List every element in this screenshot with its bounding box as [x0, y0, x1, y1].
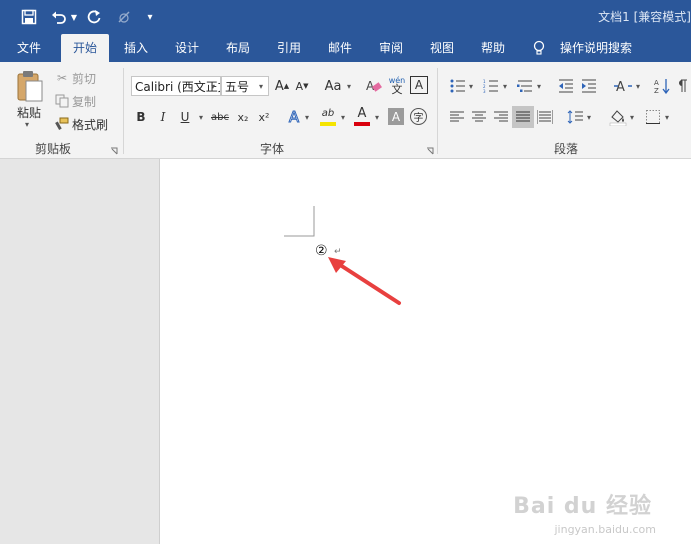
line-spacing-dropdown-icon[interactable]: ▾: [587, 113, 591, 122]
lightbulb-icon[interactable]: [530, 34, 548, 62]
ribbon-tabs: 文件 开始 插入 设计 布局 引用 邮件 审阅 视图 帮助 操作说明搜索: [0, 34, 691, 62]
redo-icon[interactable]: [83, 6, 105, 28]
tab-references[interactable]: 引用: [267, 34, 311, 62]
paste-icon[interactable]: [10, 68, 48, 104]
increase-indent-icon[interactable]: [579, 76, 599, 96]
svg-text:3: 3: [483, 89, 486, 93]
font-group-label: 字体: [260, 142, 285, 156]
grow-font-icon[interactable]: A ▲: [273, 76, 291, 96]
font-name-dropdown-icon[interactable]: ▾: [211, 82, 215, 91]
highlight-button[interactable]: ab: [318, 105, 338, 121]
text-effects-button[interactable]: A: [285, 107, 303, 127]
undo-dropdown-icon[interactable]: ▼: [69, 6, 79, 28]
cut-button[interactable]: 剪切: [70, 70, 98, 86]
highlight-dropdown-icon[interactable]: ▾: [341, 113, 345, 122]
enclose-characters-button[interactable]: 字: [410, 108, 427, 125]
tab-review[interactable]: 审阅: [369, 34, 413, 62]
shading-dropdown-icon[interactable]: ▾: [630, 113, 634, 122]
ribbon: 粘贴 ▾ ✂ 剪切 复制 格式刷 剪贴板 Calibri (西文正文) ▾ 五号…: [0, 62, 691, 159]
font-color-button[interactable]: A: [353, 105, 371, 121]
format-painter-button[interactable]: 格式刷: [70, 116, 110, 132]
divider: [437, 68, 438, 154]
superscript-button[interactable]: x²: [255, 107, 273, 127]
red-arrow-annotation: [328, 257, 401, 305]
align-left-icon[interactable]: [448, 108, 466, 126]
svg-text:A: A: [654, 79, 659, 87]
tab-design[interactable]: 设计: [165, 34, 209, 62]
numbering-dropdown-icon[interactable]: ▾: [503, 82, 507, 91]
watermark-url: jingyan.baidu.com: [554, 523, 656, 536]
multilevel-dropdown-icon[interactable]: ▾: [537, 82, 541, 91]
bullets-dropdown-icon[interactable]: ▾: [469, 82, 473, 91]
clipboard-launcher-icon[interactable]: [110, 144, 118, 155]
multilevel-list-icon[interactable]: [515, 76, 535, 96]
copy-button[interactable]: 复制: [70, 93, 98, 109]
document-title: 文档1 [兼容模式]: [598, 10, 691, 24]
align-right-icon[interactable]: [492, 108, 510, 126]
justify-icon[interactable]: [512, 106, 534, 128]
tab-help[interactable]: 帮助: [471, 34, 515, 62]
tab-layout[interactable]: 布局: [216, 34, 260, 62]
show-hide-marks-icon[interactable]: [676, 76, 690, 96]
strikethrough-button[interactable]: abc: [209, 107, 231, 127]
numbering-icon[interactable]: 123: [481, 76, 501, 96]
shading-icon[interactable]: [608, 107, 628, 127]
tab-home[interactable]: 开始: [61, 34, 109, 62]
decrease-indent-icon[interactable]: [556, 76, 576, 96]
tab-insert[interactable]: 插入: [114, 34, 158, 62]
text-effects-dropdown-icon[interactable]: ▾: [305, 113, 309, 122]
borders-icon[interactable]: [644, 108, 662, 126]
clear-formatting-icon[interactable]: A: [364, 76, 384, 96]
touch-mode-icon[interactable]: [113, 6, 135, 28]
borders-dropdown-icon[interactable]: ▾: [665, 113, 669, 122]
font-launcher-icon[interactable]: [426, 144, 434, 155]
watermark-logo: Bai du 经验: [513, 494, 652, 519]
character-border-icon[interactable]: A: [410, 76, 428, 94]
chinese-layout-icon[interactable]: A: [612, 76, 634, 96]
paragraph-group-label: 段落: [554, 142, 579, 156]
clipboard-group-label: 剪贴板: [35, 142, 72, 156]
font-color-dropdown-icon[interactable]: ▾: [375, 113, 379, 122]
copy-icon[interactable]: [54, 93, 70, 109]
underline-dropdown-icon[interactable]: ▾: [199, 113, 203, 122]
cut-icon[interactable]: ✂: [54, 70, 70, 86]
undo-icon[interactable]: [48, 6, 70, 28]
font-size-dropdown-icon[interactable]: ▾: [259, 82, 263, 91]
divider: [123, 68, 124, 154]
phonetic-guide-icon[interactable]: wén 文: [387, 74, 407, 96]
character-shading-button[interactable]: A: [388, 108, 404, 125]
tab-mailings[interactable]: 邮件: [318, 34, 362, 62]
svg-text:A: A: [616, 80, 625, 94]
bullets-icon[interactable]: [448, 76, 468, 96]
paste-button[interactable]: 粘贴: [12, 104, 46, 120]
format-painter-icon[interactable]: [54, 116, 70, 132]
tell-me-search[interactable]: 操作说明搜索: [556, 34, 636, 62]
change-case-dropdown-icon[interactable]: ▾: [347, 82, 351, 91]
align-center-icon[interactable]: [470, 108, 488, 126]
line-spacing-icon[interactable]: [566, 108, 584, 126]
font-color-swatch: [354, 122, 370, 126]
shrink-font-icon[interactable]: A ▼: [293, 76, 311, 96]
title-bar: ▼ ▾ 文档1 [兼容模式]: [0, 0, 691, 34]
customize-toolbar-icon[interactable]: ▾: [143, 6, 157, 28]
document-page[interactable]: ② ↵ Bai du 经验 jingyan.baidu.com: [159, 159, 691, 544]
paste-dropdown-icon[interactable]: ▾: [25, 120, 29, 129]
bold-button[interactable]: B: [133, 107, 149, 127]
subscript-button[interactable]: x₂: [234, 107, 252, 127]
distributed-icon[interactable]: [536, 108, 554, 126]
sort-icon[interactable]: AZ: [652, 76, 672, 96]
save-icon[interactable]: [18, 6, 40, 28]
svg-text:Z: Z: [654, 87, 659, 94]
tab-view[interactable]: 视图: [420, 34, 464, 62]
underline-button[interactable]: U: [177, 107, 193, 127]
margin-corner-mark: [284, 206, 315, 237]
tab-file[interactable]: 文件: [6, 34, 52, 62]
chinese-layout-dropdown-icon[interactable]: ▾: [636, 82, 640, 91]
highlight-color-swatch: [320, 122, 336, 126]
change-case-button[interactable]: Aa: [320, 76, 346, 96]
font-name-combo[interactable]: Calibri (西文正文): [131, 76, 221, 96]
italic-button[interactable]: I: [155, 107, 171, 127]
